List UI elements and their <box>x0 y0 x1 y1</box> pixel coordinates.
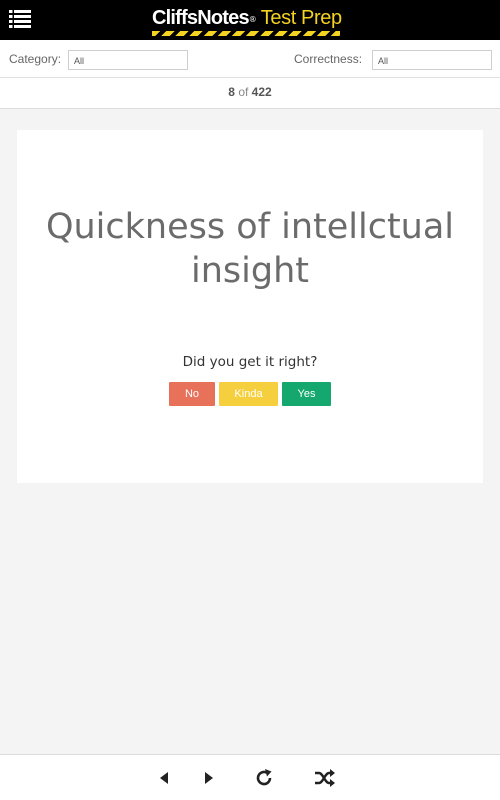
app-header: CliffsNotes® Test Prep <box>0 0 500 40</box>
filter-bar: Category: All Correctness: All <box>0 40 500 78</box>
flashcard-term: Quickness of intellctual insight <box>45 207 455 291</box>
logo-brand: CliffsNotes <box>152 7 250 29</box>
correctness-label: Correctness: <box>294 52 363 66</box>
answer-button-group: No Kinda Yes <box>169 382 331 406</box>
correctness-select[interactable]: All <box>372 50 492 70</box>
self-assessment-question: Did you get it right? <box>182 354 318 370</box>
logo-product: Test Prep <box>260 7 342 29</box>
progress-counter-bar: 8 of 422 <box>0 78 500 109</box>
current-card-number: 8 <box>228 85 235 99</box>
menu-icon[interactable] <box>9 10 31 28</box>
logo-stripe <box>152 31 340 36</box>
correctness-select-value: All <box>378 56 389 66</box>
flashcard[interactable]: Quickness of intellctual insight Did you… <box>17 130 483 483</box>
cliffsnotes-logo: CliffsNotes® Test Prep <box>152 4 344 37</box>
category-select[interactable]: All <box>68 50 188 70</box>
total-card-count: 422 <box>251 85 272 99</box>
category-label: Category: <box>9 52 62 66</box>
card-navigation-bar <box>0 754 500 800</box>
shuffle-icon[interactable] <box>314 769 336 791</box>
category-select-value: All <box>74 56 85 66</box>
card-counter: 8 of 422 <box>228 85 271 99</box>
no-button[interactable]: No <box>169 382 215 406</box>
yes-button[interactable]: Yes <box>282 382 331 406</box>
counter-separator: of <box>238 85 249 99</box>
previous-icon[interactable] <box>158 770 170 790</box>
next-icon[interactable] <box>203 770 215 790</box>
kinda-button[interactable]: Kinda <box>219 382 278 406</box>
logo-registered-mark: ® <box>248 15 257 24</box>
refresh-icon[interactable] <box>254 768 274 792</box>
